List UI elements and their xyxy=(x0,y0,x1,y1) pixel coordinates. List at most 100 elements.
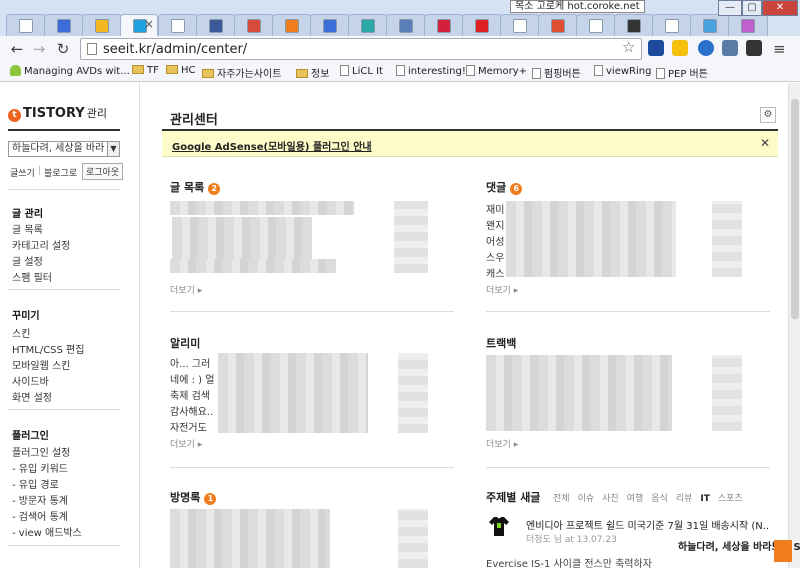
notification-row[interactable]: 아... 그러 xyxy=(170,355,210,370)
topic-category-tab[interactable]: 사진 xyxy=(602,494,619,504)
trackback-more-link[interactable]: 더보기 ▸ xyxy=(486,437,518,450)
address-bar[interactable]: seeit.kr/admin/center/ xyxy=(80,38,642,60)
menu-item-skin[interactable]: 스킨 xyxy=(12,325,30,340)
bookmark-item[interactable]: PEP 버튼 xyxy=(656,65,708,80)
notifications-more-link[interactable]: 더보기 ▸ xyxy=(170,437,202,450)
reload-button[interactable]: ↻ xyxy=(54,40,72,58)
comment-row[interactable]: 스우 xyxy=(486,249,504,264)
browser-tab[interactable] xyxy=(234,14,274,36)
browser-tab[interactable] xyxy=(386,14,426,36)
browser-tab[interactable] xyxy=(424,14,464,36)
bookmark-item[interactable]: Managing AVDs wit... xyxy=(10,65,130,77)
topic-category-tab[interactable]: 리뷰 xyxy=(676,494,693,504)
topic-category-tab[interactable]: 전체 xyxy=(553,494,570,504)
browser-tab[interactable] xyxy=(728,14,768,36)
browser-tab[interactable] xyxy=(462,14,502,36)
notifications-section-title[interactable]: 알리미 xyxy=(170,335,200,351)
menu-item-post-list[interactable]: 글 목록 xyxy=(12,221,43,236)
comment-row[interactable]: 재미 xyxy=(486,201,504,216)
close-icon[interactable]: ✕ xyxy=(760,136,770,150)
browser-tab[interactable] xyxy=(6,14,46,36)
restore-button[interactable]: ▢ xyxy=(742,0,762,16)
notice-link[interactable]: Google AdSense(모바일용) 플러그인 안내 xyxy=(172,138,372,153)
browser-tab[interactable] xyxy=(538,14,578,36)
news-title-link[interactable]: 엔비디아 프로젝트 쉴드 미국기준 7월 31일 배송시작 (N.. xyxy=(526,517,769,532)
menu-item-html-css[interactable]: HTML/CSS 편집 xyxy=(12,341,84,356)
notification-row[interactable]: 축제 검색 xyxy=(170,387,210,402)
topic-category-tab[interactable]: 음식 xyxy=(651,494,668,504)
browser-tab[interactable] xyxy=(614,14,654,36)
page-scrollbar[interactable] xyxy=(788,83,800,568)
bookmark-item[interactable]: viewRing xyxy=(594,65,651,77)
tab-close-icon[interactable]: × xyxy=(144,17,154,31)
menu-item-search-stats[interactable]: - 검색어 통계 xyxy=(12,508,68,523)
comment-row[interactable]: 캐스 xyxy=(486,265,504,280)
browser-tab[interactable]: × xyxy=(120,14,158,36)
logout-button[interactable]: 로그아웃 xyxy=(82,163,124,180)
close-window-button[interactable]: ✕ xyxy=(762,0,798,16)
menu-item-sidebar[interactable]: 사이드바 xyxy=(12,373,49,388)
browser-tab[interactable] xyxy=(158,14,198,36)
tshirt-thumbnail-icon[interactable] xyxy=(488,515,510,537)
menu-item-mobile-skin[interactable]: 모바일웹 스킨 xyxy=(12,357,70,372)
bookmark-item[interactable]: Memory+ xyxy=(466,65,527,77)
browser-tab[interactable] xyxy=(348,14,388,36)
comment-row[interactable]: 어성 xyxy=(486,233,504,248)
extension-chart-icon[interactable] xyxy=(722,40,738,56)
browser-tab[interactable] xyxy=(576,14,616,36)
notification-row[interactable]: 네에 : ) 얼 xyxy=(170,371,214,386)
minimize-button[interactable]: — xyxy=(718,0,742,16)
bookmark-item[interactable]: LiCL It xyxy=(340,65,383,77)
bookmark-item[interactable]: TF xyxy=(132,65,159,76)
extension-badge-icon[interactable] xyxy=(698,40,714,56)
menu-item-screen-settings[interactable]: 화면 설정 xyxy=(12,389,52,404)
forward-button[interactable]: → xyxy=(30,40,48,58)
comments-more-link[interactable]: 더보기 ▸ xyxy=(486,283,518,296)
topic-category-tab[interactable]: 이슈 xyxy=(578,494,595,504)
extension-key-icon[interactable] xyxy=(672,40,688,56)
menu-item-category[interactable]: 카테고리 설정 xyxy=(12,237,70,252)
posts-more-link[interactable]: 더보기 ▸ xyxy=(170,283,202,296)
bookmark-item[interactable]: 펌핑버튼 xyxy=(532,65,581,80)
topic-category-tab[interactable]: 여행 xyxy=(627,494,644,504)
bookmark-item[interactable]: 정보 xyxy=(296,65,329,80)
menu-item-spam-filter[interactable]: 스팸 필터 xyxy=(12,269,52,284)
blog-home-link[interactable]: 블로그로 xyxy=(44,166,77,179)
extension-v-icon[interactable] xyxy=(648,40,664,56)
gear-icon[interactable]: ⚙ xyxy=(760,107,776,123)
scrollbar-thumb[interactable] xyxy=(791,99,799,319)
menu-item-visitor-stats[interactable]: - 방문자 통계 xyxy=(12,492,68,507)
comment-row[interactable]: 왠지 xyxy=(486,217,504,232)
menu-item-view-adbox[interactable]: - view 애드박스 xyxy=(12,524,82,539)
menu-item-post-settings[interactable]: 글 설정 xyxy=(12,253,43,268)
blog-select[interactable]: 하늘다려, 세상을 바라 ▼ xyxy=(8,141,120,157)
browser-tab[interactable] xyxy=(82,14,122,36)
topic-category-tab[interactable]: 스포츠 xyxy=(718,494,743,504)
comments-section-title[interactable]: 댓글 6 xyxy=(486,179,523,195)
trackback-section-title[interactable]: 트랙백 xyxy=(486,335,516,351)
chrome-menu-icon[interactable]: ≡ xyxy=(773,40,786,58)
bookmark-star-icon[interactable]: ☆ xyxy=(622,38,635,56)
posts-section-title[interactable]: 글 목록 2 xyxy=(170,179,221,195)
back-button[interactable]: ← xyxy=(8,40,26,58)
browser-tab[interactable] xyxy=(500,14,540,36)
browser-tab[interactable] xyxy=(690,14,730,36)
tistory-logo[interactable]: t TISTORY 관리 xyxy=(8,105,107,122)
menu-item-inflow-keyword[interactable]: - 유입 키워드 xyxy=(12,460,68,475)
guestbook-section-title[interactable]: 방명록 1 xyxy=(170,489,217,505)
menu-item-inflow-path[interactable]: - 유입 경로 xyxy=(12,476,59,491)
topic-category-tab[interactable]: IT xyxy=(700,494,710,504)
write-link[interactable]: 글쓰기 xyxy=(10,166,35,179)
bookmark-item[interactable]: 자주가는사이트 xyxy=(202,65,281,80)
notification-row[interactable]: 자전거도 xyxy=(170,419,207,434)
browser-tab[interactable] xyxy=(310,14,350,36)
browser-tab[interactable] xyxy=(44,14,84,36)
browser-tab[interactable] xyxy=(196,14,236,36)
notification-row[interactable]: 감사해요.. xyxy=(170,403,213,418)
browser-tab[interactable] xyxy=(652,14,692,36)
extension-evernote-icon[interactable] xyxy=(746,40,762,56)
browser-tab[interactable] xyxy=(272,14,312,36)
bookmark-item[interactable]: interesting! xyxy=(396,65,466,77)
bookmark-item[interactable]: HC xyxy=(166,65,196,76)
menu-item-plugin-settings[interactable]: 플러그인 설정 xyxy=(12,444,70,459)
